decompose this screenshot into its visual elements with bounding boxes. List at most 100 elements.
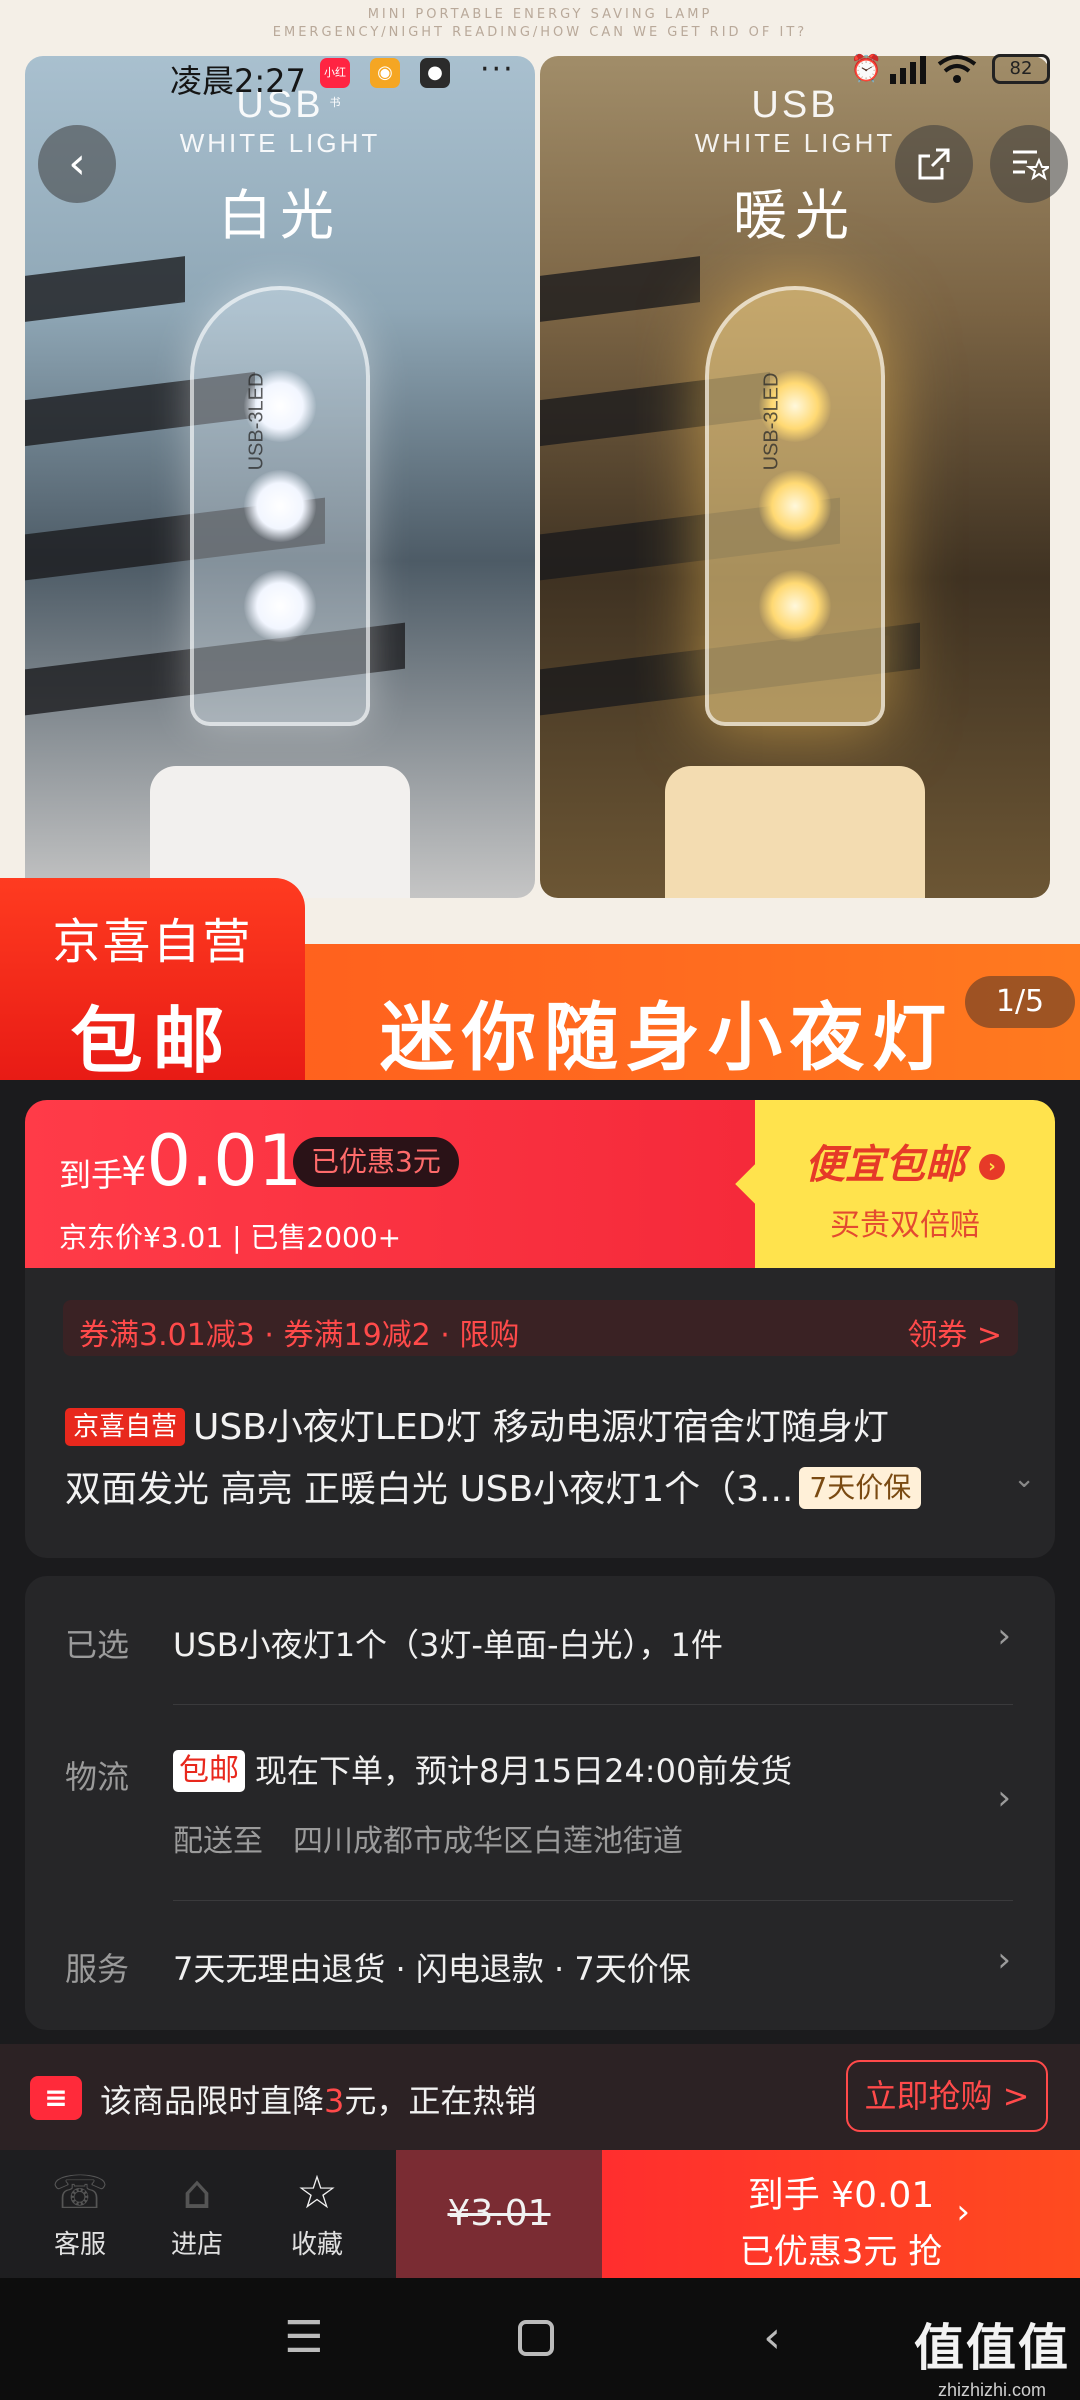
- promo-title: 便宜包邮 ›: [755, 1132, 1055, 1190]
- price-prefix: 到手: [59, 1156, 124, 1194]
- customer-service-icon: ☏: [51, 2165, 109, 2219]
- currency-symbol: ¥: [121, 1149, 147, 1195]
- spec-card: 已选 USB小夜灯1个（3灯-单面-白光），1件 › 物流 包邮 现在下单，预计8…: [25, 1576, 1055, 2030]
- flash-sale-bar: ≡ 该商品限时直降3元，正在热销 立即抢购 >: [0, 2044, 1080, 2150]
- menu-nav-button[interactable]: ☰: [264, 2308, 344, 2368]
- selected-value: USB小夜灯1个（3灯-单面-白光），1件: [173, 1626, 723, 1664]
- product-title-line-2: 双面发光 高亮 正暖白光 USB小夜灯1个（3...: [65, 1469, 794, 1510]
- promo-amount: 3: [324, 2082, 345, 2120]
- home-nav-button[interactable]: [496, 2308, 576, 2368]
- favorite-button[interactable]: ☆ 收藏: [262, 2150, 372, 2278]
- jd-price-and-sold: 京东价¥3.01 | 已售2000+: [59, 1221, 402, 1254]
- product-image-carousel[interactable]: MINI PORTABLE ENERGY SAVING LAMP EMERGEN…: [0, 0, 1080, 1080]
- visit-store-button[interactable]: ⌂ 进店: [142, 2150, 252, 2278]
- status-time: 凌晨2:27: [170, 62, 306, 100]
- stair-shape: [540, 256, 700, 322]
- usb-lamp: USB-3LED: [190, 286, 370, 726]
- product-title-line-1: USB小夜灯LED灯 移动电源灯宿舍灯随身灯: [193, 1407, 889, 1448]
- self-operated-tag: 京喜自营: [65, 1408, 186, 1446]
- selected-label: 已选: [65, 1626, 130, 1664]
- price-protection-tag: 7天价保: [799, 1467, 922, 1509]
- product-info-card: 券满3.01减3 · 券满19减2 · 限购 领券 > 京喜自营 USB小夜灯LE…: [25, 1268, 1055, 1558]
- price-panel: 到手 ¥0.01 已优惠3元 京东价¥3.01 | 已售2000+: [25, 1100, 755, 1268]
- promo-text-a: 该商品限时直降: [100, 2082, 325, 2120]
- stair-shape: [25, 256, 185, 322]
- get-coupon-link[interactable]: 领券 >: [907, 1310, 1002, 1354]
- chevron-right-icon: ›: [997, 1778, 1011, 1818]
- product-title: 京喜自营 USB小夜灯LED灯 移动电源灯宿舍灯随身灯: [65, 1398, 1025, 1450]
- panel-label: 暖光: [733, 184, 857, 247]
- tagline-line-2: EMERGENCY/NIGHT READING/HOW CAN WE GET R…: [272, 25, 808, 40]
- signal-icon: [889, 56, 926, 84]
- battery-icon: 82: [992, 54, 1050, 84]
- usb-plug: [665, 766, 925, 898]
- status-icons: ⏰ 82: [850, 54, 1050, 94]
- back-icon: ‹: [68, 138, 86, 189]
- logistics-label: 物流: [65, 1758, 130, 1796]
- buy-button[interactable]: 到手 ¥0.01 已优惠3元 抢 ›: [602, 2150, 1080, 2278]
- promo-subtitle: 买贵双倍赔: [830, 1208, 980, 1243]
- led-light: [759, 470, 831, 542]
- more-notifications-icon: ···: [480, 52, 515, 87]
- share-button[interactable]: [895, 125, 973, 203]
- free-shipping-tag: 包邮: [173, 1750, 245, 1792]
- watermark-url: zhizhizhi.com: [937, 2380, 1047, 2400]
- panel-subtitle: WHITE LIGHT: [694, 128, 896, 158]
- store-icon: ⌂: [182, 2165, 212, 2219]
- home-square-icon: [518, 2320, 554, 2356]
- tagline-line-1: MINI PORTABLE ENERGY SAVING LAMP: [367, 7, 713, 22]
- menu-icon: ☰: [284, 2312, 324, 2363]
- customer-service-button[interactable]: ☏ 客服: [25, 2150, 135, 2278]
- chevron-right-icon: ›: [997, 1616, 1011, 1656]
- watermark-brand: 值值值: [914, 2319, 1070, 2377]
- logistics-value: 包邮 现在下单，预计8月15日24:00前发货: [173, 1746, 792, 1792]
- delivery-address: 配送至 四川成都市成华区白莲池街道: [173, 1824, 683, 1859]
- service-row[interactable]: 服务 7天无理由退货 · 闪电退款 · 7天价保 ›: [25, 1900, 1055, 2030]
- final-price: ¥0.01: [121, 1120, 302, 1202]
- visit-store-label: 进店: [170, 2230, 223, 2260]
- expand-title-icon[interactable]: ⌄: [1013, 1464, 1035, 1494]
- back-nav-button[interactable]: ‹: [732, 2308, 812, 2368]
- price-value: 0.01: [146, 1120, 303, 1202]
- flash-sale-text: 该商品限时直降3元，正在热销: [100, 2076, 536, 2122]
- qq-icon: ●: [420, 58, 450, 88]
- hero-tagline: MINI PORTABLE ENERGY SAVING LAMP EMERGEN…: [0, 6, 1080, 42]
- sold-count: 已售2000+: [250, 1221, 402, 1254]
- chevron-right-icon: ›: [978, 1154, 1005, 1180]
- coupon-row[interactable]: 券满3.01减3 · 券满19减2 · 限购 领券 >: [63, 1300, 1018, 1356]
- bottom-action-bar: ☏ 客服 ⌂ 进店 ☆ 收藏 ¥3.01 到手 ¥0.01 已优惠3元 抢 ›: [0, 2150, 1080, 2278]
- back-triangle-icon: ‹: [763, 2312, 781, 2363]
- xiaohongshu-icon: 小红书: [320, 58, 350, 109]
- jd-price: 京东价¥3.01: [59, 1221, 224, 1254]
- selected-spec-row[interactable]: 已选 USB小夜灯1个（3灯-单面-白光），1件 ›: [25, 1576, 1055, 1704]
- promo-title-text: 便宜包邮: [805, 1142, 966, 1188]
- lamp-text: USB-3LED: [245, 372, 268, 471]
- customer-service-label: 客服: [53, 2230, 106, 2260]
- led-light: [759, 570, 831, 642]
- badge-line-1: 京喜自营: [52, 914, 253, 970]
- led-light: [244, 470, 316, 542]
- badge-line-2: 包邮: [70, 999, 235, 1080]
- product-photo-warm-light: USB WHITE LIGHT 暖光 USB-3LED: [540, 56, 1050, 898]
- logistics-row[interactable]: 物流 包邮 现在下单，预计8月15日24:00前发货 配送至 四川成都市成华区白莲…: [25, 1704, 1055, 1900]
- original-price-button[interactable]: ¥3.01: [396, 2150, 602, 2278]
- cheap-free-shipping-promo[interactable]: 便宜包邮 › 买贵双倍赔: [755, 1100, 1055, 1268]
- alarm-icon: ⏰: [850, 54, 883, 84]
- shipping-estimate: 现在下单，预计8月15日24:00前发货: [255, 1752, 793, 1790]
- image-page-indicator: 1/5: [965, 976, 1075, 1028]
- led-light: [244, 570, 316, 642]
- hero-slogan: 迷你随身小夜灯: [380, 995, 954, 1080]
- coupon-list: 券满3.01减3 · 券满19减2 · 限购: [79, 1318, 520, 1353]
- lamp-text: USB-3LED: [760, 372, 783, 471]
- site-watermark: 值值值 zhizhizhi.com: [914, 2308, 1070, 2400]
- favorites-list-button[interactable]: [990, 125, 1068, 203]
- favorites-list-icon: [1013, 150, 1053, 181]
- buy-line-2: 已优惠3元 抢: [739, 2232, 943, 2272]
- flash-sale-icon: ≡: [30, 2076, 82, 2120]
- share-icon: [918, 148, 950, 180]
- favorite-label: 收藏: [290, 2230, 343, 2260]
- buy-now-button[interactable]: 立即抢购 >: [846, 2060, 1048, 2132]
- status-bar: 凌晨2:27 小红书 ◉ ● ··· ⏰ 82: [170, 52, 1050, 109]
- back-button[interactable]: ‹: [38, 125, 116, 203]
- chevron-right-icon: ›: [997, 1940, 1011, 1980]
